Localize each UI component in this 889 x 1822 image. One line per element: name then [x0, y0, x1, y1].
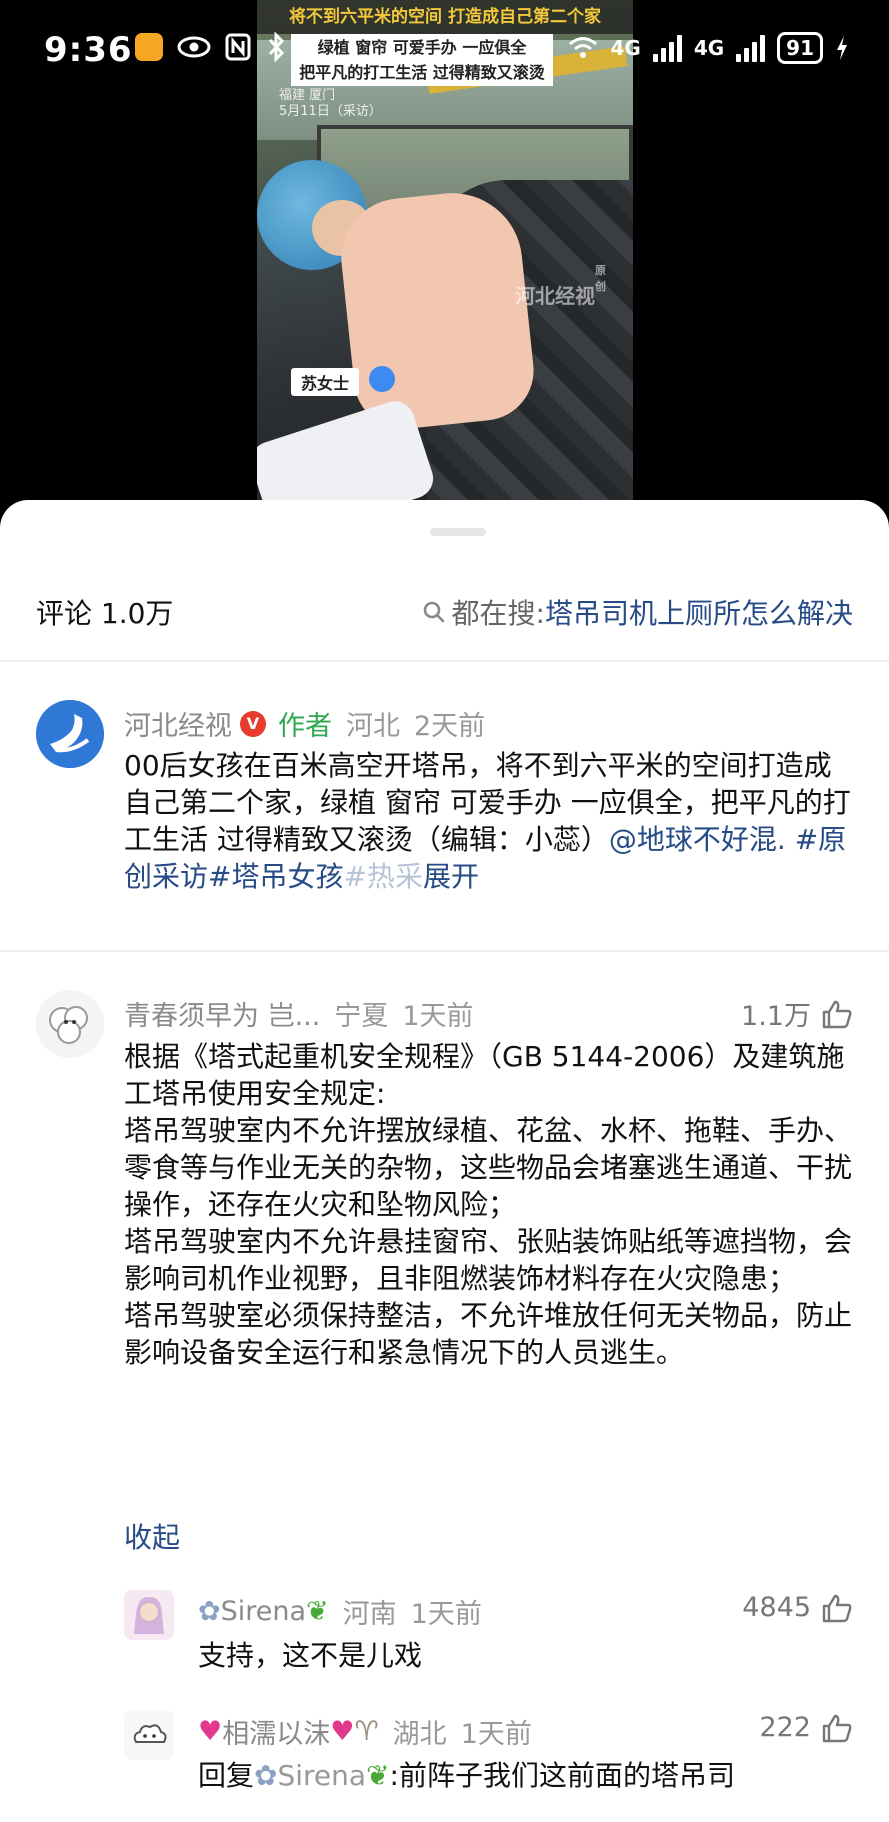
collapse-button[interactable]: 收起 [124, 1516, 180, 1556]
reply2-text: :前阵子我们这前面的塔吊司 [389, 1759, 735, 1792]
thumbs-up-icon [822, 1714, 852, 1742]
microphone-icon [369, 366, 395, 392]
search-query[interactable]: 塔吊司机上厕所怎么解决 [545, 592, 853, 632]
hashtag-link-3[interactable]: #热采 [343, 860, 422, 893]
verified-icon: V [240, 710, 266, 737]
thumbs-up-icon [822, 1000, 852, 1028]
network-label-2: 4G [693, 36, 725, 60]
author-tag: 作者 [278, 711, 332, 742]
comment1-meta: 青春须早为 岂... 宁夏 1天前 [124, 994, 474, 1033]
sirena-badge-icon: ✿ [198, 1596, 221, 1627]
author-time: 2天前 [414, 711, 486, 742]
header-divider [0, 660, 889, 662]
video-speaker-label: 苏女士 [291, 368, 360, 396]
reply2-like[interactable]: 222 [759, 1712, 853, 1743]
video-hand [335, 186, 539, 434]
reply2-reply-to[interactable]: Sirena [277, 1759, 366, 1792]
cloud-avatar-icon [124, 1710, 174, 1760]
comment-sheet: 评论 1.0万 都在搜: 塔吊司机上厕所怎么解决 河北经视 V 作者 河北 2天… [0, 500, 889, 1822]
reply1-time: 1天前 [410, 1599, 482, 1630]
bluetooth-icon [268, 32, 285, 62]
leaf-icon-2: ❦ [366, 1759, 390, 1792]
charging-icon [837, 36, 847, 60]
reply1-author[interactable]: Sirena [221, 1596, 306, 1627]
comment1-author[interactable]: 青春须早为 岂... [124, 994, 320, 1033]
comment1-like[interactable]: 1.1万 [741, 994, 853, 1033]
reply2-prefix: 回复 [198, 1759, 255, 1792]
comments-count: 评论 1.0万 [36, 597, 174, 630]
mention-link[interactable]: @地球不好混. [609, 823, 786, 856]
comment1-text: 根据《塔式起重机安全规程》（GB 5144-2006）及建筑施工塔吊使用安全规定… [124, 1040, 853, 1369]
reply2-like-count: 222 [759, 1712, 811, 1743]
expand-button[interactable]: 展开 [423, 860, 479, 893]
girl-avatar-icon [124, 1590, 174, 1640]
signal-icon [652, 34, 682, 62]
author-name[interactable]: 河北经视 [124, 704, 232, 743]
reply2-avatar[interactable] [124, 1710, 174, 1760]
wifi-icon [569, 37, 598, 58]
battery-icon: 91 [777, 32, 823, 64]
signal-icon-2 [736, 34, 766, 62]
leaf-icon: ❦ [306, 1596, 329, 1627]
comment1-time: 1天前 [402, 1001, 474, 1032]
sheep-avatar-icon [36, 990, 104, 1058]
reply1-region: 河南 [342, 1599, 397, 1630]
author-meta: 河北经视 V 作者 河北 2天前 [124, 704, 485, 743]
video-watermark-tag: 原创 [595, 264, 606, 293]
commenter-avatar[interactable] [36, 990, 104, 1058]
comment1-like-count: 1.1万 [741, 1001, 811, 1032]
status-right-icons: 4G 4G 91 [568, 32, 849, 64]
network-label-1: 4G [610, 36, 641, 60]
reply1-text: 支持，这不是儿戏 [198, 1639, 423, 1672]
video-watermark-text: 河北经视 [515, 284, 595, 308]
app-notification-icon [135, 33, 163, 61]
hashtag-link-2[interactable]: #塔吊女孩 [208, 860, 343, 893]
eye-icon [177, 36, 211, 58]
author-region: 河北 [346, 711, 400, 742]
video-location-place: 福建 厦门 [279, 88, 336, 103]
reply2-time: 1天前 [460, 1719, 532, 1750]
video-watermark: 原创 河北经视 [515, 264, 606, 309]
reply2-text-line: 回复✿Sirena❦:前阵子我们这前面的塔吊司 [198, 1757, 735, 1794]
sheep-icon: ♈ [354, 1716, 379, 1747]
thumbs-up-icon [822, 1594, 852, 1622]
heart-icon: ♥ [198, 1716, 223, 1747]
author-logo-icon [36, 700, 104, 768]
status-left-icons [135, 32, 287, 62]
comment1-region: 宁夏 [334, 1001, 389, 1032]
sheet-drag-handle[interactable] [430, 528, 486, 536]
video-location: 福建 厦门 5月11日（采访） [279, 88, 382, 120]
author-avatar[interactable] [36, 700, 104, 768]
status-time: 9:36 [44, 30, 133, 70]
comment-header: 评论 1.0万 都在搜: 塔吊司机上厕所怎么解决 [0, 562, 889, 662]
sirena-badge-icon-2: ✿ [254, 1759, 278, 1792]
reply1-meta: ✿ Sirena ❦ 河南 1天前 [198, 1592, 482, 1631]
video-sleeve [257, 396, 439, 510]
search-prefix: 都在搜: [451, 597, 545, 630]
search-icon [423, 601, 444, 623]
reply1-like-count: 4845 [742, 1592, 811, 1623]
status-bar: 9:36 4G 4G 91 [0, 22, 889, 82]
nfc-icon [225, 33, 251, 61]
heart-icon-2: ♥ [330, 1716, 355, 1747]
video-location-date: 5月11日（采访） [279, 104, 382, 119]
reply1-like[interactable]: 4845 [742, 1592, 853, 1623]
reply2-meta: ♥ 相濡以沫 ♥ ♈ 湖北 1天前 [198, 1712, 532, 1751]
reply2-author[interactable]: 相濡以沫 [222, 1712, 330, 1751]
reply1-avatar[interactable] [124, 1590, 174, 1640]
reply2-region: 湖北 [392, 1719, 447, 1750]
trending-search[interactable]: 都在搜: 塔吊司机上厕所怎么解决 [422, 592, 853, 632]
post-divider [0, 950, 889, 952]
author-post-text: 00后女孩在百米高空开塔吊，将不到六平米的空间打造成自己第二个家，绿植 窗帘 可… [124, 747, 859, 895]
